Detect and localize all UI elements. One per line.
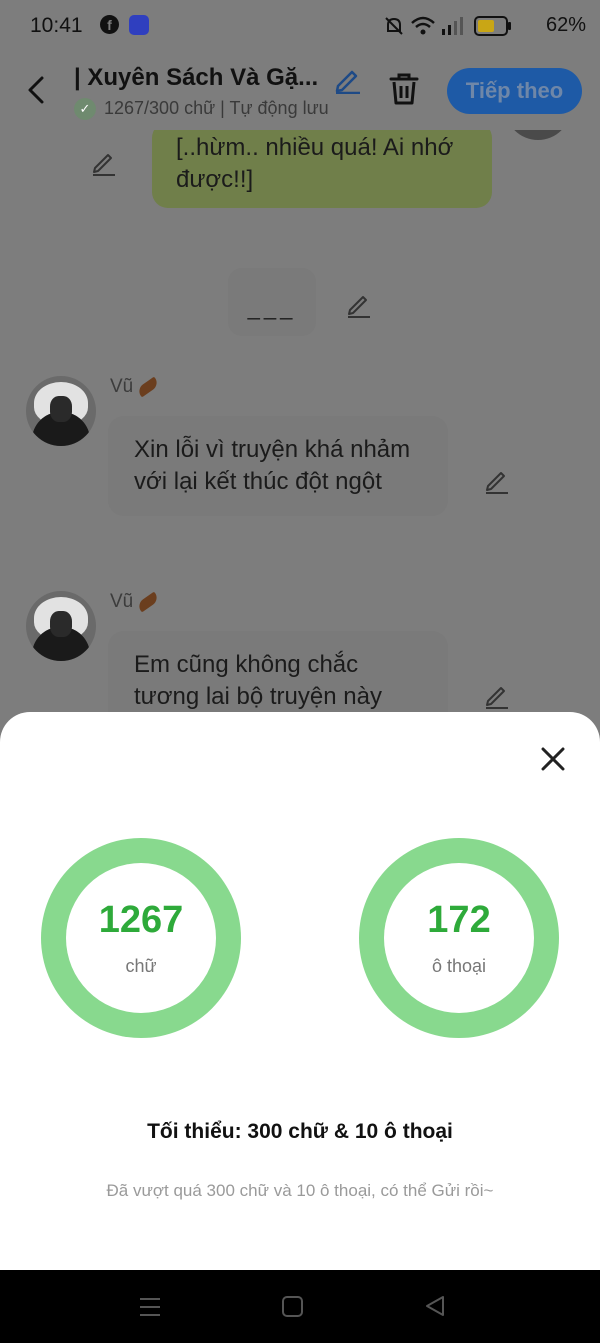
author-name: Vũ — [110, 591, 161, 613]
close-icon[interactable] — [534, 740, 572, 778]
message-bubble[interactable]: Xin lỗi vì truyện khá nhảm với lại kết t… — [108, 416, 448, 516]
status-bar: 10:41 f 62% — [0, 0, 600, 52]
word-count-text: 1267/300 chữ | Tự động lưu — [104, 98, 329, 118]
author-name: Vũ — [110, 376, 161, 398]
feather-icon — [136, 591, 161, 613]
check-icon: ✓ — [74, 98, 96, 121]
word-count-status: ✓ 1267/300 chữ | Tự động lưu — [74, 98, 329, 121]
author-name-text: Vũ — [110, 376, 134, 397]
avatar — [505, 130, 571, 140]
signal-icon — [442, 17, 463, 35]
dialog-count-ring: 172 ô thoại — [359, 838, 559, 1038]
scene-separator[interactable]: ___ — [228, 268, 316, 336]
avatar — [26, 591, 96, 661]
mute-bell-icon — [385, 17, 403, 35]
status-time: 10:41 — [30, 14, 83, 37]
pencil-icon[interactable] — [332, 64, 362, 94]
chevron-left-icon[interactable] — [22, 72, 52, 108]
word-count-ring: 1267 chữ — [41, 838, 241, 1038]
editor-header: | Xuyên Sách Và Gặ... ✓ 1267/300 chữ | Tự… — [0, 52, 600, 130]
avatar — [26, 376, 96, 446]
home-icon[interactable] — [282, 1296, 303, 1317]
pencil-icon[interactable] — [483, 466, 511, 494]
word-count-value: 1267 — [98, 899, 184, 941]
dialog-count-value: 172 — [427, 899, 491, 941]
pencil-icon[interactable] — [90, 148, 118, 176]
word-count-label: chữ — [125, 956, 157, 976]
feather-icon — [136, 376, 161, 398]
minimum-requirement: Tối thiểu: 300 chữ & 10 ô thoại — [147, 1120, 453, 1143]
battery-icon — [474, 16, 511, 36]
menu-icon[interactable] — [139, 1297, 161, 1317]
chat-area: [..hừm.. nhiều quá! Ai nhớ được!!] ___ V… — [0, 130, 600, 730]
submit-hint: Đã vượt quá 300 chữ và 10 ô thoại, có th… — [106, 1181, 494, 1200]
wifi-icon — [411, 16, 435, 35]
pencil-icon[interactable] — [483, 681, 511, 709]
author-name-text: Vũ — [110, 591, 134, 612]
system-nav-bar — [0, 1270, 600, 1343]
pencil-icon[interactable] — [345, 290, 373, 318]
battery-percent: 62% — [545, 14, 586, 36]
next-button[interactable]: Tiếp theo — [447, 68, 582, 114]
back-triangle-icon[interactable] — [424, 1295, 446, 1317]
dialog-count-label: ô thoại — [431, 956, 487, 976]
stats-bottom-sheet: 1267 chữ 172 ô thoại Tối thiểu: 300 chữ … — [0, 712, 600, 1270]
facebook-icon: f — [100, 15, 119, 34]
broadcast-icon — [129, 15, 149, 35]
message-bubble[interactable]: [..hừm.. nhiều quá! Ai nhớ được!!] — [152, 130, 492, 208]
story-title: | Xuyên Sách Và Gặ... — [74, 64, 319, 91]
trash-icon[interactable] — [388, 72, 420, 106]
